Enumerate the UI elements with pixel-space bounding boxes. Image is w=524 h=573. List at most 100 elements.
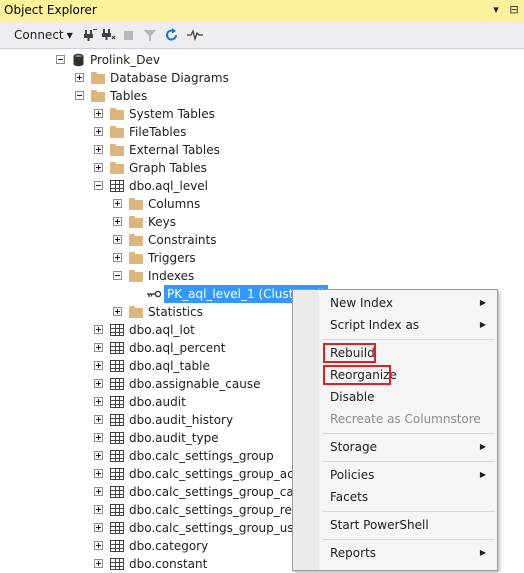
expand-toggle-icon[interactable] [94,541,103,550]
expand-toggle-icon[interactable] [94,343,103,352]
folder-icon [129,270,143,282]
connect-icon[interactable] [82,26,98,44]
menu-item-reports[interactable]: Reports ▶ [294,542,496,564]
table-icon [110,342,124,354]
expand-toggle-icon[interactable] [113,199,122,208]
node-label: dbo.audit_type [129,431,219,445]
submenu-arrow-icon: ▶ [479,470,486,479]
node-label: Tables [110,89,148,103]
submenu-arrow-icon: ▶ [479,548,486,557]
menu-item-script-index-as[interactable]: Script Index as ▶ [294,314,496,336]
node-label: dbo.assignable_cause [129,377,261,391]
folder-icon [91,72,105,84]
menu-separator [323,511,495,512]
disconnect-icon[interactable] [100,26,116,44]
table-icon [110,396,124,408]
menu-item-label: Recreate as Columnstore [330,412,481,426]
expand-toggle-icon[interactable] [94,379,103,388]
collapse-toggle-icon[interactable] [56,55,65,64]
refresh-icon[interactable] [164,26,180,44]
expand-toggle-icon[interactable] [94,469,103,478]
node-label: Graph Tables [129,161,207,175]
expand-toggle-icon[interactable] [94,397,103,406]
expand-toggle-icon[interactable] [94,127,103,136]
table-icon [110,450,124,462]
menu-item-label: Reports [330,546,377,560]
expand-toggle-icon[interactable] [94,145,103,154]
table-icon [110,468,124,480]
object-explorer-title-bar: Object Explorer ▾ ⊟ [0,0,524,22]
menu-item-label: Policies [330,468,375,482]
expand-toggle-icon[interactable] [94,505,103,514]
expand-toggle-icon[interactable] [94,361,103,370]
menu-item-facets[interactable]: Facets [294,486,496,508]
expand-toggle-icon[interactable] [113,217,122,226]
expand-toggle-icon[interactable] [94,163,103,172]
table-icon [110,378,124,390]
node-label: dbo.calc_settings_group_cause [129,485,315,499]
node-label: dbo.calc_settings_group [129,449,274,463]
stop-icon[interactable] [122,26,136,44]
table-icon [110,180,124,192]
database-icon [73,53,84,67]
expand-toggle-icon[interactable] [94,109,103,118]
node-label: Constraints [148,233,217,247]
table-icon [110,486,124,498]
menu-separator [323,433,495,434]
collapse-toggle-icon[interactable] [94,181,103,190]
node-label: dbo.aql_percent [129,341,226,355]
table-icon [110,432,124,444]
expand-toggle-icon[interactable] [94,415,103,424]
table-icon [110,414,124,426]
collapse-toggle-icon[interactable] [75,91,84,100]
node-label: Statistics [148,305,203,319]
menu-item-label: Disable [330,390,375,404]
node-label: Indexes [148,269,195,283]
submenu-arrow-icon: ▶ [479,298,486,307]
activity-monitor-icon[interactable] [186,26,204,44]
menu-item-disable[interactable]: Disable [294,386,496,408]
menu-item-policies[interactable]: Policies ▶ [294,464,496,486]
table-icon [110,324,124,336]
table-icon [110,504,124,516]
menu-item-storage[interactable]: Storage ▶ [294,436,496,458]
node-label: dbo.constant [129,557,208,571]
node-label: dbo.calc_settings_group_user_r [129,521,317,535]
expand-toggle-icon[interactable] [94,325,103,334]
collapse-toggle-icon[interactable] [113,271,122,280]
expand-toggle-icon[interactable] [94,451,103,460]
connect-button[interactable]: Connect ▼ [14,26,73,44]
menu-item-recreate-columnstore: Recreate as Columnstore [294,408,496,430]
node-label: dbo.category [129,539,209,553]
expand-toggle-icon[interactable] [113,235,122,244]
reorganize-highlight-box [323,365,391,385]
folder-icon [129,252,143,264]
menu-item-new-index[interactable]: New Index ▶ [294,292,496,314]
filter-icon[interactable] [142,26,158,44]
menu-separator [323,539,495,540]
folder-icon [129,198,143,210]
node-label: FileTables [129,125,187,139]
auto-hide-pin-icon[interactable]: ⊟ [506,1,522,19]
node-label: dbo.aql_lot [129,323,195,337]
table-icon [110,558,124,570]
node-label: dbo.calc_settings_group_action [129,467,317,481]
expand-toggle-icon[interactable] [94,523,103,532]
window-position-dropdown-icon[interactable]: ▾ [488,1,504,19]
expand-toggle-icon[interactable] [94,487,103,496]
expand-toggle-icon[interactable] [113,253,122,262]
expand-toggle-icon[interactable] [113,307,122,316]
menu-item-start-powershell[interactable]: Start PowerShell [294,514,496,536]
node-label: dbo.aql_level [129,179,209,193]
expand-toggle-icon[interactable] [75,73,84,82]
submenu-arrow-icon: ▶ [479,320,486,329]
connect-label: Connect [14,28,64,42]
expand-toggle-icon[interactable] [94,433,103,442]
folder-icon [129,234,143,246]
folder-icon [91,90,105,102]
expand-toggle-icon[interactable] [94,559,103,568]
server-label: Prolink_Dev [90,53,160,67]
object-explorer-toolbar: Connect ▼ [0,22,524,49]
node-label: Columns [148,197,201,211]
node-label: dbo.aql_table [129,359,210,373]
